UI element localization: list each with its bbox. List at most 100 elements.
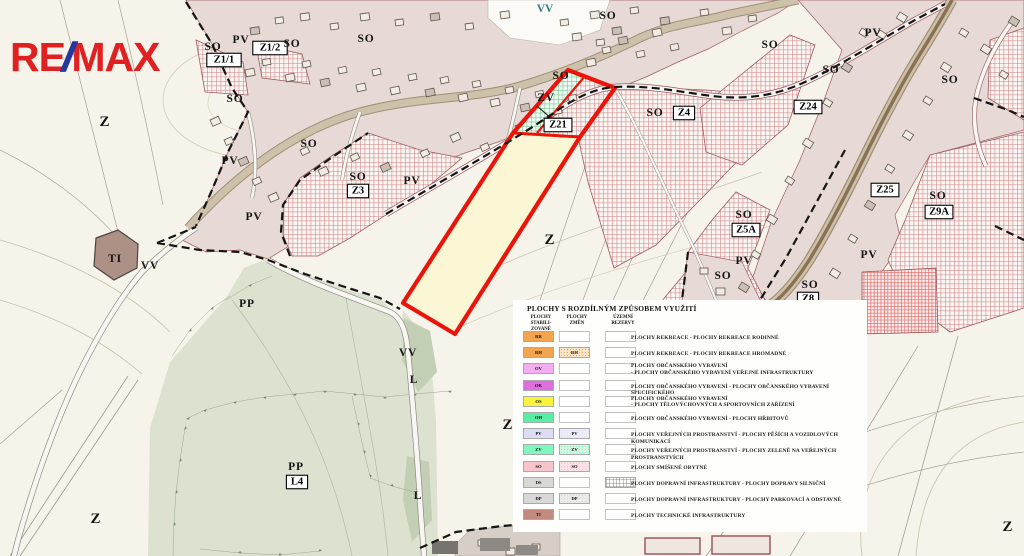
label-text: VV: [537, 3, 554, 15]
legend-swatch-ZV: ZV: [523, 444, 554, 455]
label-text: Z1/2: [260, 43, 280, 54]
legend-description: PLOCHY TECHNICKÉ INFRASTRUKTURY: [631, 513, 867, 519]
building: [560, 19, 569, 26]
zone-label-L4: L4: [286, 475, 307, 489]
map-label-PP: PP: [239, 298, 255, 310]
building: [302, 60, 311, 68]
label-text: Z: [544, 232, 555, 248]
label-text: SO: [284, 38, 301, 50]
legend-description: PLOCHY DOPRAVNÍ INFRASTRUKTURY - PLOCHY …: [631, 497, 867, 503]
map-label-SO: SO: [205, 41, 222, 53]
building: [652, 28, 662, 37]
zone-label-Z9A: Z9A: [925, 205, 953, 219]
building: [425, 88, 435, 97]
label-text: Z: [502, 417, 513, 433]
map-label-SO: SO: [600, 10, 617, 22]
label-text: SO: [823, 64, 840, 76]
label-text: PV: [736, 255, 753, 267]
legend-swatch-change-DS: [559, 477, 590, 488]
red-grid-patch: [862, 268, 938, 334]
map-label-SO: SO: [358, 33, 375, 45]
legend-description: PLOCHY OBČANSKÉHO VYBAVENÍ - PLOCHY OBČA…: [631, 384, 867, 397]
building: [465, 23, 474, 30]
legend-swatch-change-OH: [559, 412, 590, 423]
map-label-Z: Z: [502, 417, 513, 433]
building: [700, 9, 709, 16]
legend-row-OH: OHPLOCHY OBČANSKÉHO VYBAVENÍ - PLOCHY HŘ…: [513, 412, 867, 428]
label-text: Z9A: [929, 207, 949, 218]
map-label-Z: Z: [90, 511, 101, 527]
label-text: SO: [762, 39, 779, 51]
legend-description: PLOCHY REKREACE - PLOCHY REKREACE RODINN…: [631, 335, 867, 341]
legend-description-line: PLOCHY TECHNICKÉ INFRASTRUKTURY: [631, 513, 867, 519]
legend-column-header: PLOCHYSTABILI-ZOVANÉ: [523, 315, 559, 332]
legend-swatch-change-OS: [559, 396, 590, 407]
building: [660, 17, 670, 25]
legend-swatch-PV: PV: [523, 428, 554, 439]
map-label-ZV: ZV: [537, 92, 555, 104]
label-text: Z25: [876, 185, 894, 196]
map-label-SO: SO: [301, 138, 318, 150]
building: [390, 86, 400, 95]
label-text: PV: [861, 249, 878, 261]
map-label-VV: VV: [141, 260, 159, 272]
map-label-PV: PV: [246, 211, 263, 223]
map-label-PV: PV: [233, 34, 250, 46]
building: [440, 76, 449, 84]
building: [612, 27, 622, 35]
building: [245, 68, 255, 77]
legend-description-line: PLOCHY VEŘEJNÝCH PROSTRANSTVÍ - PLOCHY P…: [631, 432, 867, 445]
legend-row-OV: OVPLOCHY OBČANSKÉHO VYBAVENÍ- PLOCHY OBČ…: [513, 363, 867, 379]
zone-label-Z11: Z1/1: [207, 53, 241, 67]
label-text: PV: [222, 155, 239, 167]
label-text: L: [410, 374, 418, 386]
label-text: SO: [802, 279, 819, 291]
legend-description: PLOCHY VEŘEJNÝCH PROSTRANSTVÍ - PLOCHY P…: [631, 432, 867, 445]
map-label-SO: SO: [553, 70, 570, 82]
legend-column-header-line: ZMĚN: [559, 321, 595, 327]
building: [505, 86, 514, 94]
legend-row-SO: SOSOPLOCHY SMÍŠENÉ OBYTNÉ: [513, 461, 867, 477]
legend-swatch-change-SO: SO: [559, 461, 590, 472]
label-text: Z: [99, 114, 110, 130]
legend-description-line: PLOCHY REKREACE - PLOCHY REKREACE HROMAD…: [631, 351, 867, 357]
label-text: SO: [350, 171, 367, 183]
legend-row-OS: OSPLOCHY OBČANSKÉHO VYBAVENÍ- PLOCHY TĚL…: [513, 396, 867, 412]
building: [670, 43, 679, 51]
legend-swatch-DP: DP: [523, 493, 554, 504]
building: [590, 11, 600, 19]
map-label-SO: SO: [823, 64, 840, 76]
legend-description-line: PLOCHY REKREACE - PLOCHY REKREACE RODINN…: [631, 335, 867, 341]
label-text: Z: [90, 511, 101, 527]
legend-description-line: - PLOCHY TĚLOVÝCHOVNÝCH A SPORTOVNÍCH ZA…: [631, 402, 867, 408]
building: [320, 78, 330, 87]
zone-label-Z24: Z24: [794, 100, 822, 114]
building: [356, 83, 366, 92]
legend-description-line: PLOCHY VEŘEJNÝCH PROSTRANSTVÍ - PLOCHY Z…: [631, 448, 867, 461]
zoning-map-screenshot: SOPVZ1/1Z1/2SOSOSOZPVSOSOZ3PVPVVVSOSOZVZ…: [0, 0, 1024, 556]
legend-swatch-change-OK: [559, 380, 590, 391]
building: [408, 73, 417, 81]
map-label-TI: TI: [108, 253, 122, 265]
label-text: SO: [647, 107, 664, 119]
legend-description: PLOCHY VEŘEJNÝCH PROSTRANSTVÍ - PLOCHY Z…: [631, 448, 867, 461]
map-label-SO: SO: [762, 39, 779, 51]
legend-swatch-change-PV: PV: [559, 428, 590, 439]
legend-swatch-DS: DS: [523, 477, 554, 488]
label-text: L: [414, 490, 422, 502]
zone-label-Z4: Z4: [673, 106, 694, 120]
label-text: Z1/1: [214, 55, 234, 66]
legend-swatch-change-DP: DP: [559, 493, 590, 504]
label-text: PV: [404, 175, 421, 187]
legend-swatch-OK: OK: [523, 380, 554, 391]
map-label-SO: SO: [227, 93, 244, 105]
legend-description: PLOCHY DOPRAVNÍ INFRASTRUKTURY - PLOCHY …: [631, 481, 867, 487]
building: [636, 50, 645, 58]
legend-description-line: PLOCHY SMÍŠENÉ OBYTNÉ: [631, 465, 867, 471]
building: [262, 58, 271, 66]
building: [500, 11, 510, 19]
legend-description-line: PLOCHY OBČANSKÉHO VYBAVENÍ - PLOCHY HŘBI…: [631, 416, 867, 422]
label-text: SO: [736, 209, 753, 221]
legend-column-header: PLOCHYZMĚN: [559, 315, 595, 327]
legend-description-line: PLOCHY DOPRAVNÍ INFRASTRUKTURY - PLOCHY …: [631, 481, 867, 487]
